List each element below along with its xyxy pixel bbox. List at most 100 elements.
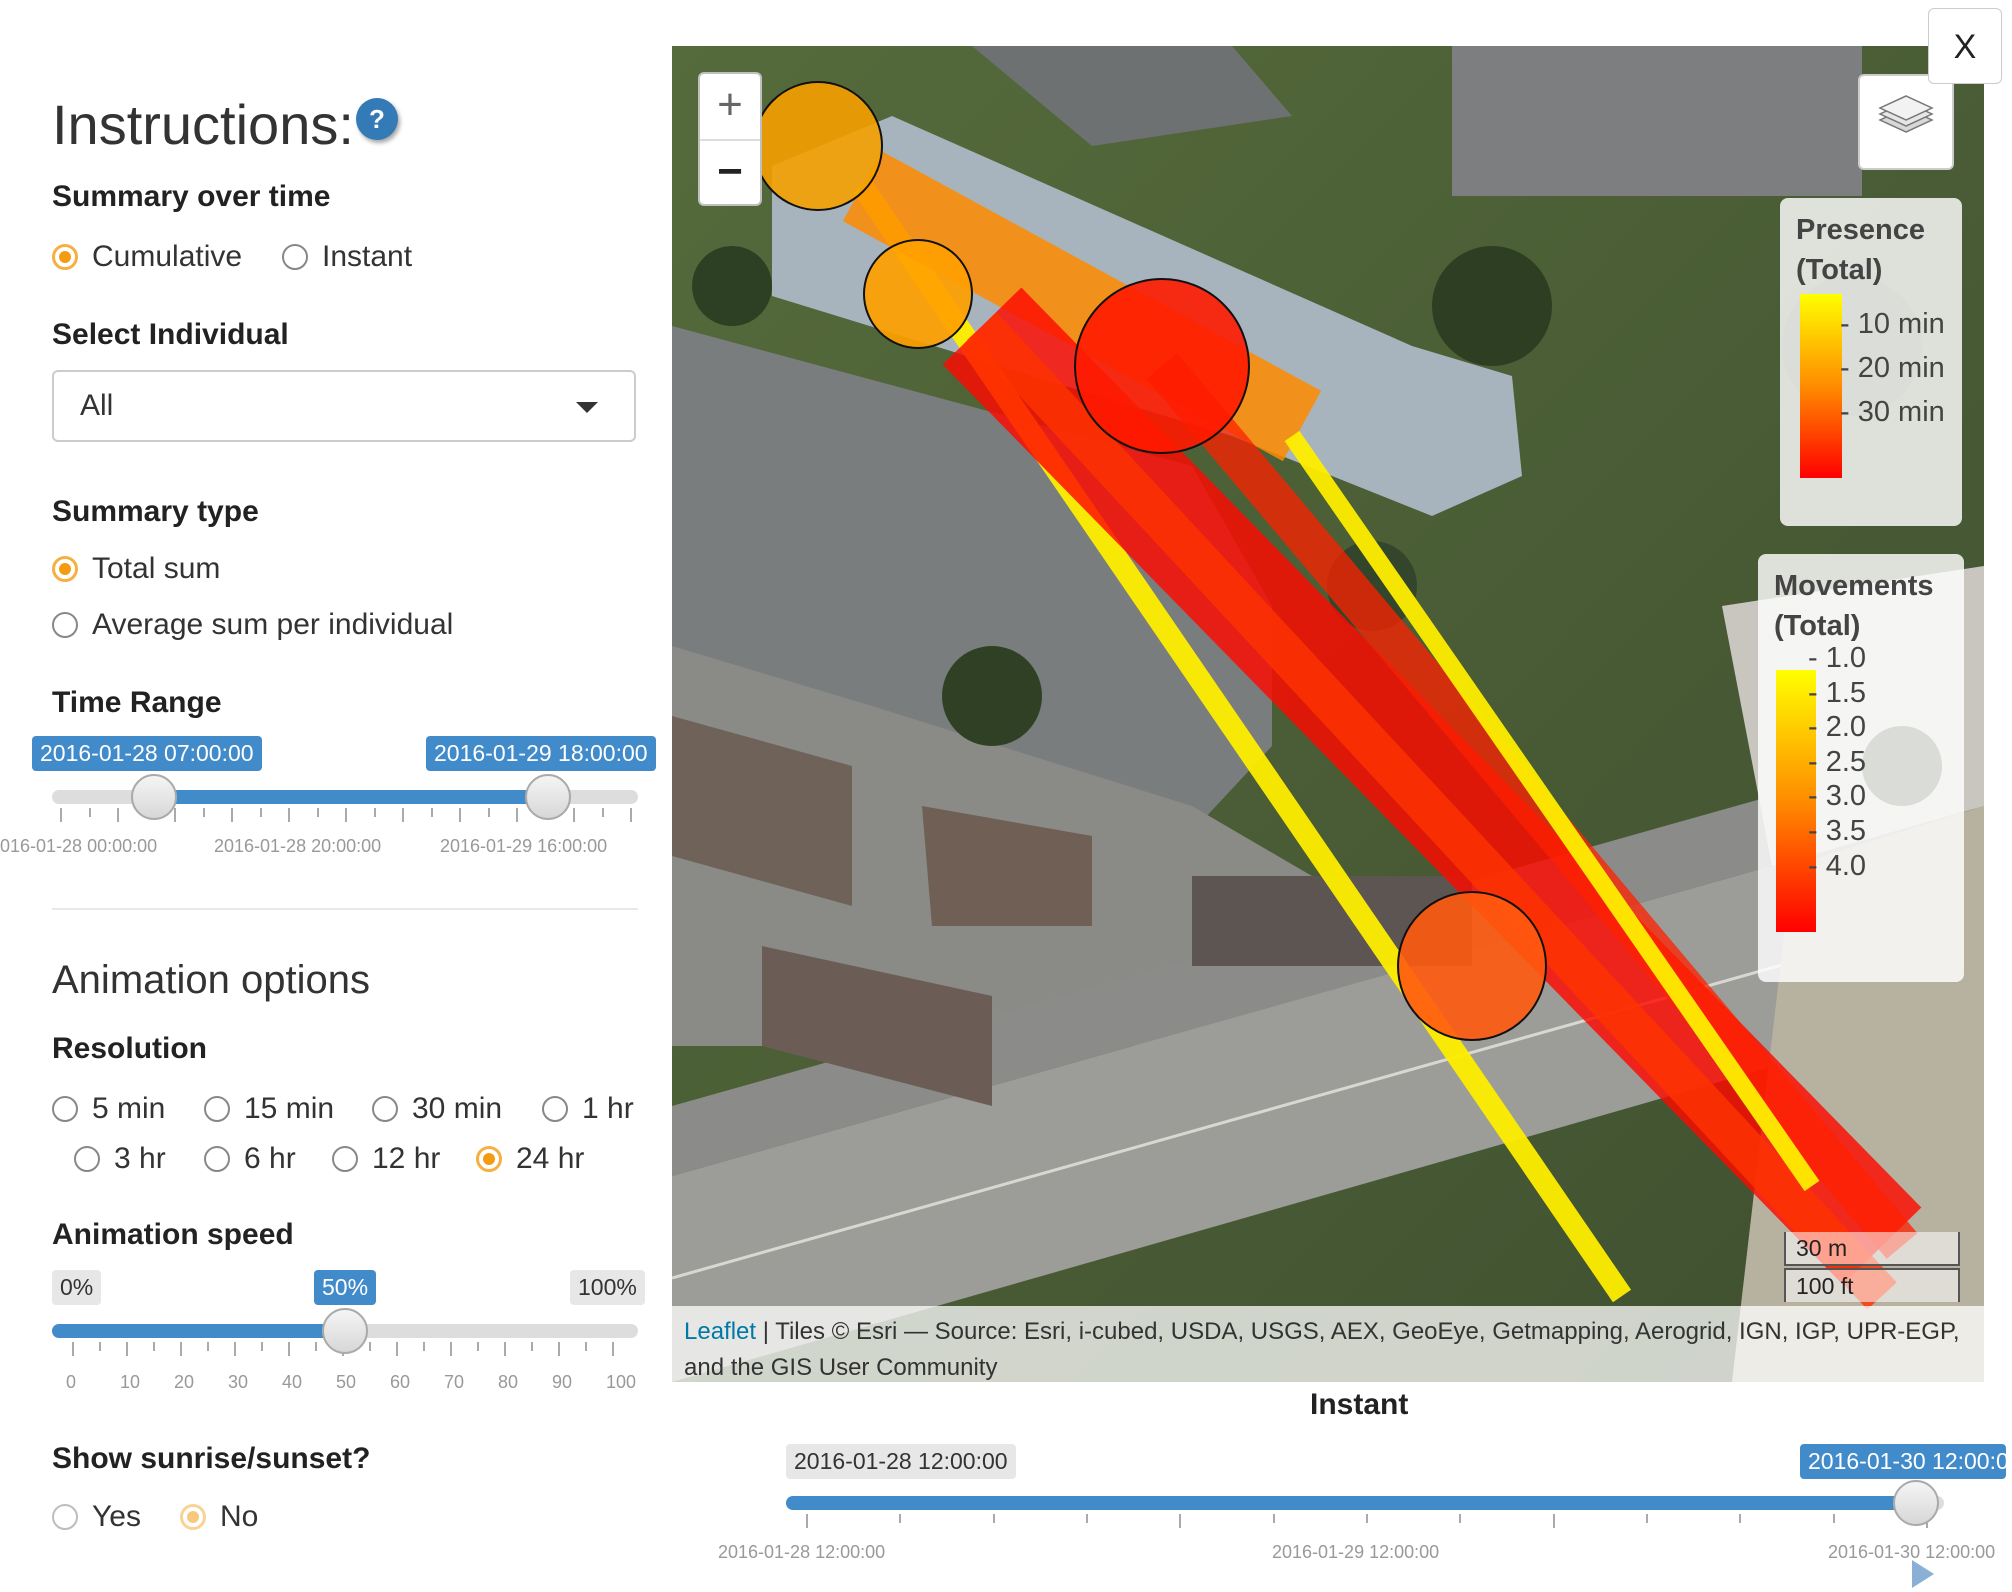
radio-unselected-icon [74, 1146, 100, 1172]
speed-handle[interactable] [322, 1308, 368, 1354]
summary-over-time-label: Summary over time [52, 180, 331, 213]
time-range-tick-label: 2016-01-28 20:00:00 [214, 836, 382, 856]
radio-total-sum-label: Total sum [92, 552, 221, 585]
instant-title: Instant [1310, 1388, 1409, 1421]
slider-tick [1646, 1514, 1648, 1523]
divider [52, 908, 638, 910]
resolution-label: Resolution [52, 1032, 207, 1065]
radio-unselected-icon [332, 1146, 358, 1172]
leaflet-link[interactable]: Leaflet [684, 1318, 756, 1345]
radio-resolution-24hr[interactable]: 24 hr [476, 1142, 584, 1176]
slider-tick [1086, 1514, 1088, 1523]
map-view[interactable]: + − Presence (Total) - 10 min - 20 min -… [672, 46, 1984, 1382]
movements-legend-title-line2: (Total) [1774, 610, 1861, 642]
slider-tick [423, 1342, 425, 1351]
radio-selected-icon [52, 244, 78, 270]
radio-unselected-icon [282, 244, 308, 270]
time-range-label: Time Range [52, 686, 222, 719]
radio-resolution-15min[interactable]: 15 min [204, 1092, 334, 1126]
radio-label: 15 min [244, 1092, 335, 1125]
instant-handle[interactable] [1893, 1480, 1939, 1526]
slider-tick [450, 1342, 452, 1356]
attribution-text: | Tiles © Esri — Source: Esri, i-cubed, … [684, 1318, 1960, 1381]
slider-tick [573, 808, 575, 822]
radio-sunrise-yes[interactable]: Yes [52, 1500, 141, 1534]
sunrise-label: Show sunrise/sunset? [52, 1442, 371, 1475]
sidebar-panel: Instructions: ? Summary over time Cumula… [0, 0, 660, 1592]
movements-legend-label: - 2.0 [1808, 711, 1867, 744]
chevron-down-icon [576, 402, 598, 413]
slider-tick [288, 808, 290, 822]
scale-metric: 30 m [1784, 1232, 1960, 1266]
slider-tick [1739, 1514, 1742, 1523]
radio-resolution-1hr[interactable]: 1 hr [542, 1092, 634, 1126]
radio-unselected-icon [542, 1096, 568, 1122]
speed-tick-label: 10 [120, 1372, 141, 1392]
radio-unselected-icon [372, 1096, 398, 1122]
speed-bar [52, 1324, 345, 1338]
movements-legend-title-line1: Movements [1774, 570, 1934, 602]
layers-control-button[interactable] [1858, 74, 1954, 170]
movements-legend-label: - 3.5 [1808, 815, 1867, 847]
radio-sunrise-no[interactable]: No [180, 1500, 258, 1534]
zoom-out-button[interactable]: − [700, 139, 760, 206]
radio-average-sum[interactable]: Average sum per individual [52, 608, 453, 642]
speed-tick-label: 70 [444, 1372, 465, 1392]
radio-selected-icon [180, 1504, 206, 1530]
presence-legend-title-line1: Presence [1796, 214, 1925, 246]
zoom-in-button[interactable]: + [700, 74, 760, 139]
slider-tick [516, 808, 518, 822]
radio-resolution-5min[interactable]: 5 min [52, 1092, 165, 1126]
slider-tick [1366, 1514, 1368, 1523]
time-range-from-handle[interactable] [131, 774, 177, 820]
time-range-to-handle[interactable] [525, 774, 571, 820]
radio-instant[interactable]: Instant [282, 240, 412, 274]
radio-label: 1 hr [582, 1092, 634, 1125]
presence-legend-value: 30 min [1857, 396, 1945, 428]
time-range-bar [154, 790, 548, 804]
play-icon[interactable] [1912, 1560, 1934, 1588]
instant-tick-label: 2016-01-29 12:00:00 [1272, 1542, 1440, 1562]
radio-total-sum[interactable]: Total sum [52, 552, 220, 586]
instant-tick-label: 2016-01-28 12:00:00 [718, 1542, 886, 1562]
radio-unselected-icon [204, 1146, 230, 1172]
individual-select-value: All [80, 389, 114, 422]
help-icon[interactable]: ? [356, 98, 398, 140]
slider-tick [60, 808, 62, 822]
radio-resolution-6hr[interactable]: 6 hr [204, 1142, 296, 1176]
instant-to-bubble: 2016-01-30 12:00:0 [1800, 1444, 2006, 1479]
slider-tick [1272, 1514, 1275, 1523]
radio-resolution-3hr[interactable]: 3 hr [74, 1142, 166, 1176]
time-range-tick-label: 016-01-28 00:00:00 [0, 836, 158, 856]
presence-legend-label: - 30 min [1840, 396, 1945, 428]
slider-tick [531, 1342, 533, 1351]
speed-tick-label: 20 [174, 1372, 195, 1392]
radio-resolution-30min[interactable]: 30 min [372, 1092, 502, 1126]
speed-tick-label: 80 [498, 1372, 519, 1392]
slider-tick [430, 808, 433, 817]
speed-tick-label: 100 [606, 1372, 637, 1392]
slider-tick [207, 1342, 209, 1351]
presence-legend-value: 20 min [1857, 352, 1945, 384]
layers-icon [1878, 95, 1934, 133]
individual-select[interactable]: All [52, 370, 636, 442]
slider-tick [88, 808, 91, 817]
radio-selected-icon [476, 1146, 502, 1172]
slider-tick [99, 1342, 101, 1351]
movements-legend: Movements (Total) - 1.0- 1.5- 2.0- 2.5- … [1758, 554, 1964, 982]
slider-tick [288, 1342, 290, 1356]
time-range-to-bubble: 2016-01-29 18:00:00 [426, 736, 656, 771]
radio-cumulative[interactable]: Cumulative [52, 240, 242, 274]
movements-legend-label: - 2.5 [1808, 745, 1867, 778]
instructions-title: Instructions: [52, 93, 354, 156]
time-range-from-bubble: 2016-01-28 07:00:00 [32, 736, 262, 771]
speed-tick-label: 30 [228, 1372, 249, 1392]
close-button[interactable]: X [1928, 8, 2002, 84]
zoom-control: + − [698, 72, 762, 206]
slider-tick [261, 1342, 263, 1351]
speed-tick-label: 50 [336, 1372, 357, 1392]
slider-tick [459, 808, 461, 822]
radio-resolution-12hr[interactable]: 12 hr [332, 1142, 440, 1176]
speed-tick-label: 90 [552, 1372, 573, 1392]
slider-tick [504, 1342, 506, 1356]
